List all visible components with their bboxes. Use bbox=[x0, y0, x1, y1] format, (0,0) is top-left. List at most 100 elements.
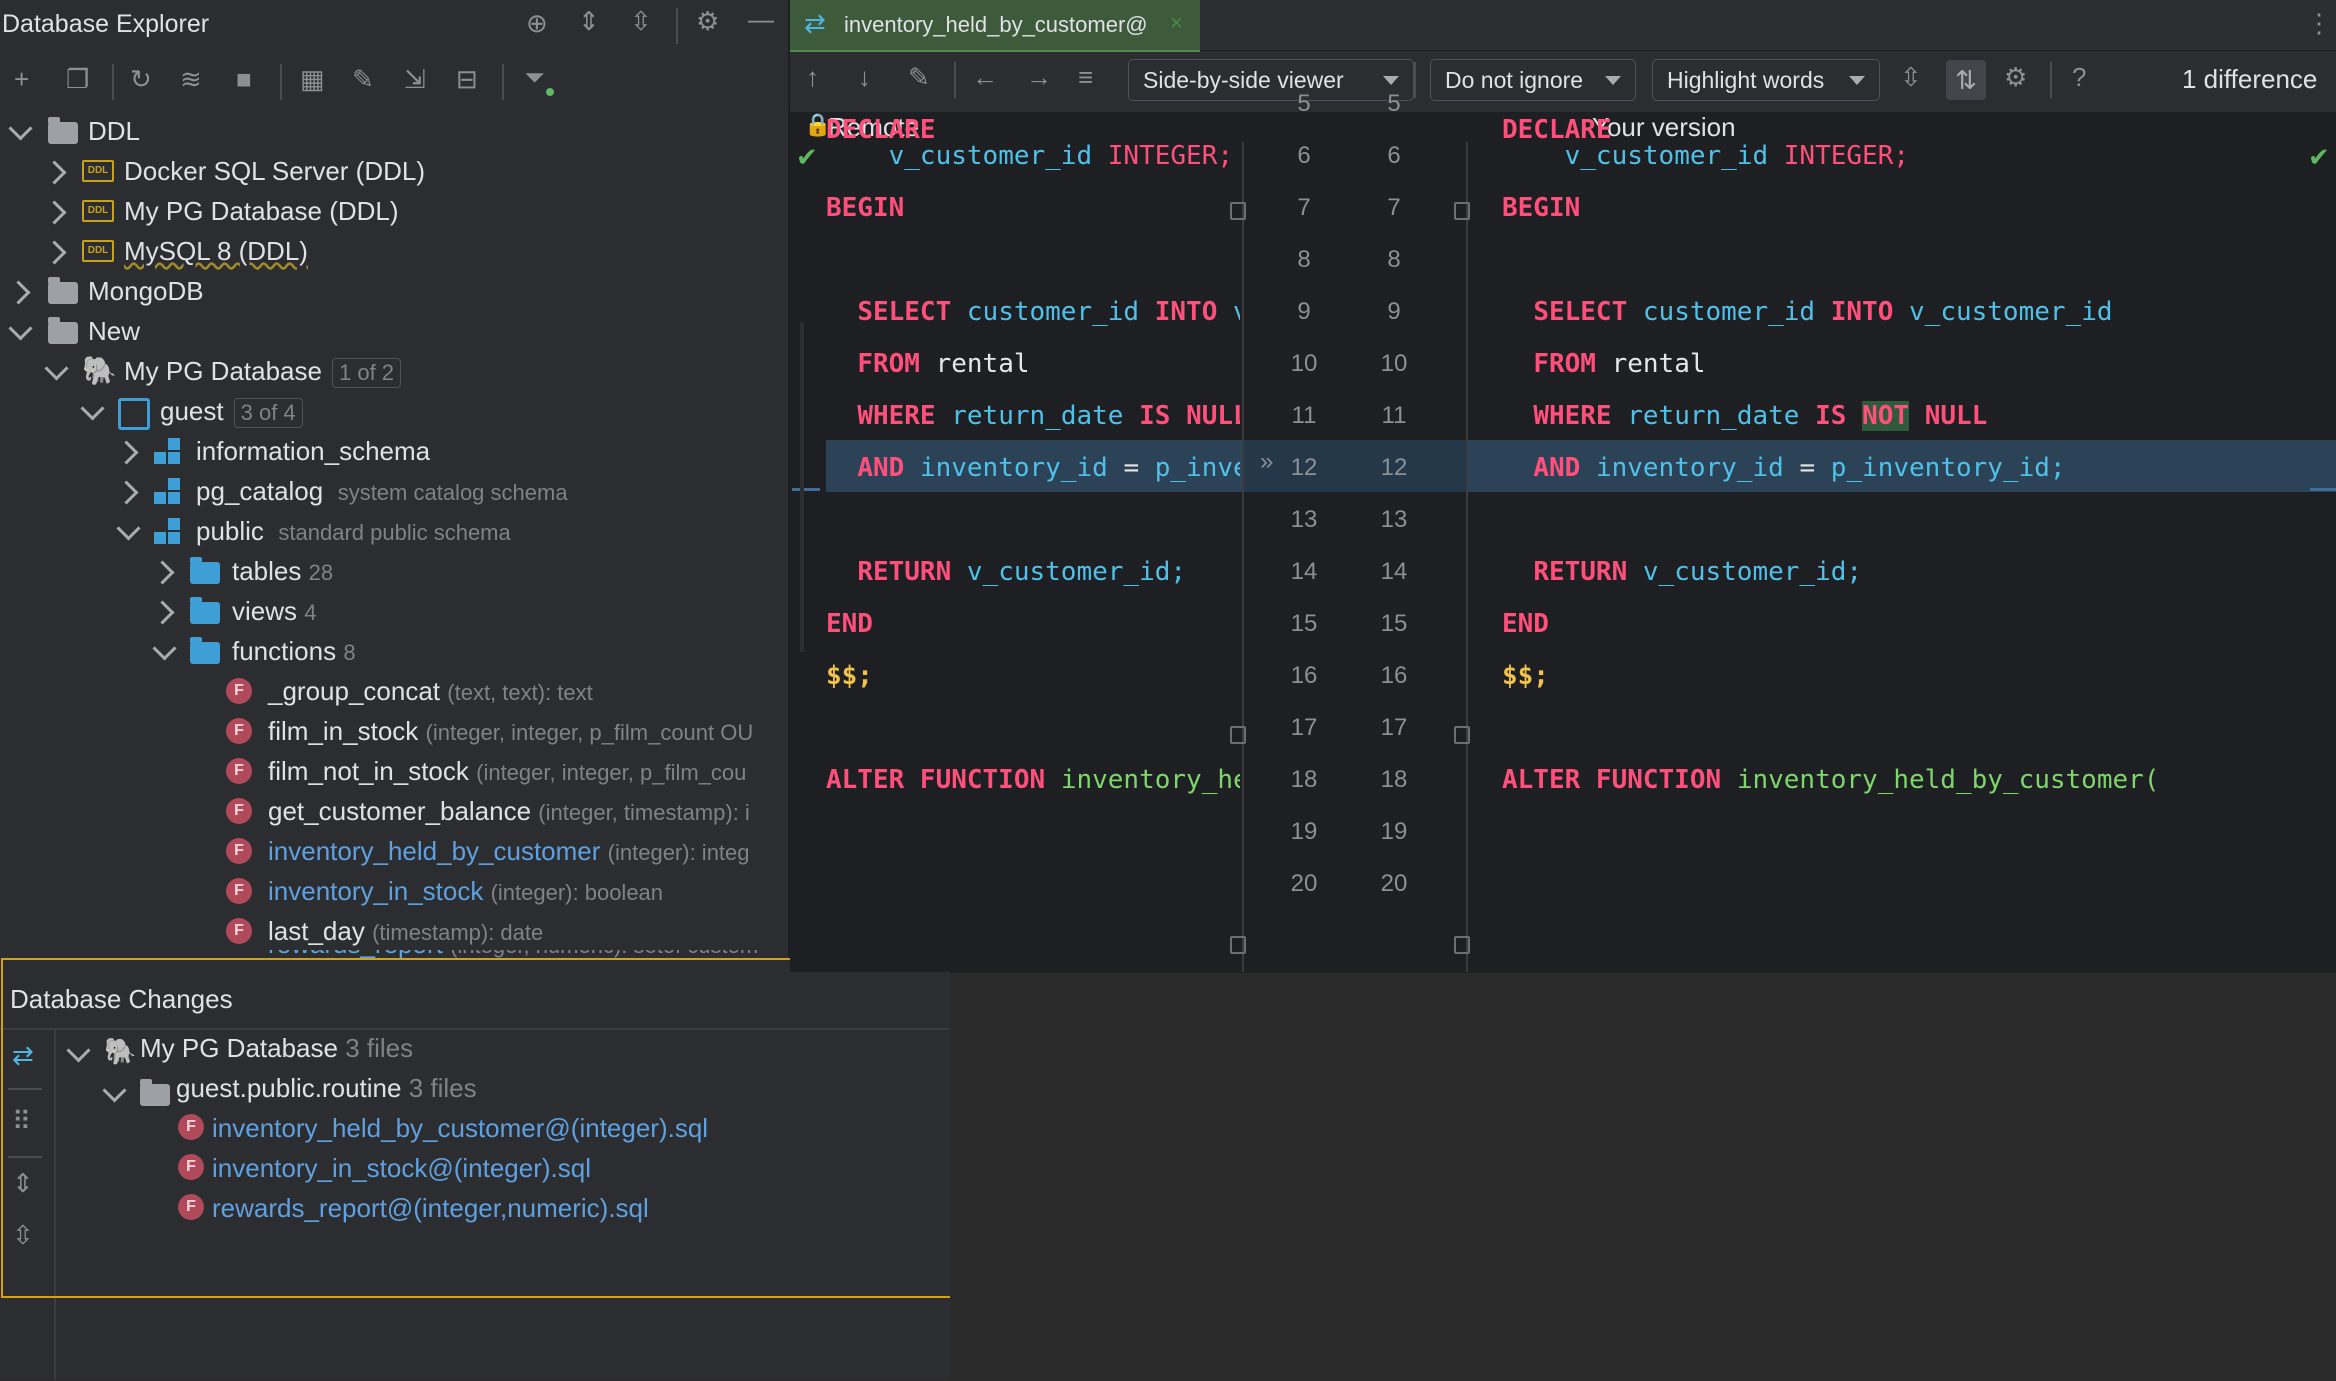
separator bbox=[112, 64, 114, 100]
remote-code-pane[interactable]: DECLARE v_customer_id INTEGER; BEGIN SEL… bbox=[790, 112, 1240, 972]
copy-icon[interactable]: ❐ bbox=[66, 66, 89, 92]
code-line: RETURN v_customer_id; bbox=[857, 557, 1187, 587]
tree-item-views[interactable]: views 4 bbox=[232, 591, 317, 631]
tree-item-mysql[interactable]: MySQL 8 (DDL) bbox=[124, 231, 308, 271]
forward-icon[interactable]: → bbox=[1026, 64, 1052, 90]
properties-icon[interactable]: ≋ bbox=[180, 66, 202, 92]
table-icon[interactable]: ▦ bbox=[300, 66, 325, 92]
separator bbox=[502, 64, 504, 100]
gear-icon[interactable]: ⚙ bbox=[2004, 64, 2027, 90]
tree-item-guest[interactable]: guest 3 of 4 bbox=[160, 391, 303, 431]
tree-item-information-schema[interactable]: information_schema bbox=[196, 431, 430, 471]
folder-icon bbox=[48, 277, 78, 304]
line-number: 15 bbox=[1380, 610, 1408, 637]
gear-icon[interactable]: ⚙ bbox=[696, 8, 719, 34]
function-item[interactable]: inventory_held_by_customer (integer): in… bbox=[268, 831, 750, 871]
schema-icon bbox=[154, 438, 182, 466]
line-number: 16 bbox=[1380, 662, 1408, 689]
chevron-right-icon[interactable] bbox=[6, 280, 31, 305]
more-options-icon[interactable]: ⋮ bbox=[2306, 8, 2332, 39]
minimize-icon[interactable]: — bbox=[748, 6, 774, 32]
sync-scroll-icon[interactable]: ⇅ bbox=[1946, 60, 1986, 100]
function-item[interactable]: inventory_in_stock (integer): boolean bbox=[268, 871, 663, 911]
tree-item-public[interactable]: public standard public schema bbox=[196, 511, 511, 551]
collapse-unchanged-icon[interactable]: ⇳ bbox=[1900, 64, 1922, 90]
line-number: 9 bbox=[1387, 298, 1401, 325]
highlight-dropdown[interactable]: Highlight words bbox=[1652, 59, 1880, 101]
previous-diff-icon[interactable]: ↑ bbox=[806, 64, 819, 90]
chevron-right-icon[interactable] bbox=[150, 560, 175, 585]
your-version-code-pane[interactable]: DECLARE v_customer_id INTEGER; BEGIN SEL… bbox=[1466, 112, 2336, 972]
line-number: 6 bbox=[1297, 142, 1311, 169]
chevron-right-icon[interactable] bbox=[42, 240, 67, 265]
tree-item-docker[interactable]: Docker SQL Server (DDL) bbox=[124, 151, 425, 191]
chevron-right-icon[interactable] bbox=[114, 480, 139, 505]
tree-item-mypg[interactable]: My PG Database 1 of 2 bbox=[124, 351, 402, 391]
function-item[interactable]: film_in_stock (integer, integer, p_film_… bbox=[268, 711, 753, 751]
code-line: END bbox=[826, 609, 873, 639]
tree-item-mongodb[interactable]: MongoDB bbox=[88, 271, 204, 311]
separator bbox=[676, 8, 678, 44]
chevron-down-icon[interactable] bbox=[8, 316, 33, 341]
chevron-down-icon[interactable] bbox=[152, 636, 177, 661]
ddl-icon: DDL bbox=[82, 240, 114, 262]
function-item[interactable]: get_customer_balance (integer, timestamp… bbox=[268, 791, 750, 831]
apply-change-icon[interactable]: » bbox=[1260, 448, 1273, 476]
add-icon[interactable]: + bbox=[14, 66, 29, 92]
chevron-down-icon[interactable] bbox=[80, 396, 105, 421]
back-icon[interactable]: ← bbox=[972, 64, 998, 90]
jump-icon[interactable]: ⇲ bbox=[404, 66, 426, 92]
close-icon[interactable]: × bbox=[1170, 10, 1183, 36]
stop-icon[interactable]: ■ bbox=[236, 66, 252, 92]
tree-item-new[interactable]: New bbox=[88, 311, 140, 351]
tree-item-pg-catalog[interactable]: pg_catalog system catalog schema bbox=[196, 471, 568, 511]
line-number: 10 bbox=[1290, 350, 1318, 377]
chevron-right-icon[interactable] bbox=[114, 440, 139, 465]
tree-item-tables[interactable]: tables 28 bbox=[232, 551, 333, 591]
help-icon[interactable]: ? bbox=[2072, 64, 2086, 90]
menu-icon[interactable]: ≡ bbox=[1078, 64, 1093, 90]
schema-icon bbox=[154, 478, 182, 506]
locate-icon[interactable]: ⊕ bbox=[526, 10, 548, 36]
folder-icon bbox=[48, 117, 78, 144]
next-diff-icon[interactable]: ↓ bbox=[858, 64, 871, 90]
chevron-right-icon[interactable] bbox=[150, 600, 175, 625]
line-number: 20 bbox=[1380, 870, 1408, 897]
line-number: 18 bbox=[1380, 766, 1408, 793]
edit-icon[interactable]: ✎ bbox=[352, 66, 374, 92]
code-line: ALTER FUNCTION inventory_held_by_custome… bbox=[1502, 765, 2160, 795]
function-item[interactable]: film_not_in_stock (integer, integer, p_f… bbox=[268, 751, 746, 791]
function-icon: F bbox=[226, 878, 252, 904]
code-line: WHERE return_date IS NULL bbox=[857, 401, 1240, 431]
code-line: AND inventory_id = p_inventory_id; bbox=[1533, 453, 2066, 483]
edit-icon[interactable]: ✎ bbox=[908, 64, 930, 90]
line-number: 12 bbox=[1380, 454, 1408, 481]
code-line: SELECT customer_id INTO v_customer_id bbox=[857, 297, 1240, 327]
schema-icon bbox=[154, 518, 182, 546]
chevron-down-icon[interactable] bbox=[116, 516, 141, 541]
query-console-icon[interactable]: ⊟ bbox=[456, 66, 478, 92]
ignore-dropdown[interactable]: Do not ignore bbox=[1430, 59, 1636, 101]
divider bbox=[1242, 142, 1244, 972]
refresh-icon[interactable]: ↻ bbox=[130, 66, 152, 92]
filter-icon[interactable]: ⏷ bbox=[524, 64, 545, 90]
function-item[interactable]: last_day (timestamp): date bbox=[268, 911, 543, 951]
folder-icon bbox=[190, 597, 220, 624]
tree-item-functions[interactable]: functions 8 bbox=[232, 631, 356, 671]
line-number: 15 bbox=[1290, 610, 1318, 637]
line-number: 9 bbox=[1297, 298, 1311, 325]
expand-all-icon[interactable]: ⇕ bbox=[578, 8, 600, 34]
chevron-down-icon[interactable] bbox=[8, 116, 33, 141]
tab-label: inventory_held_by_customer@ bbox=[844, 12, 1148, 37]
chevron-right-icon[interactable] bbox=[42, 160, 67, 185]
tree-item-mypg-ddl[interactable]: My PG Database (DDL) bbox=[124, 191, 399, 231]
chevron-down-icon bbox=[1605, 76, 1621, 85]
chevron-right-icon[interactable] bbox=[42, 200, 67, 225]
collapse-all-icon[interactable]: ⇳ bbox=[630, 8, 652, 34]
chevron-down-icon[interactable] bbox=[44, 356, 69, 381]
code-line: SELECT customer_id INTO v_customer_id bbox=[1533, 297, 2113, 327]
editor-tab[interactable]: ⇄ inventory_held_by_customer@ × bbox=[790, 0, 1200, 53]
line-number: 19 bbox=[1290, 818, 1318, 845]
tree-item-ddl[interactable]: DDL bbox=[88, 111, 140, 151]
function-item[interactable]: _group_concat (text, text): text bbox=[268, 671, 593, 711]
